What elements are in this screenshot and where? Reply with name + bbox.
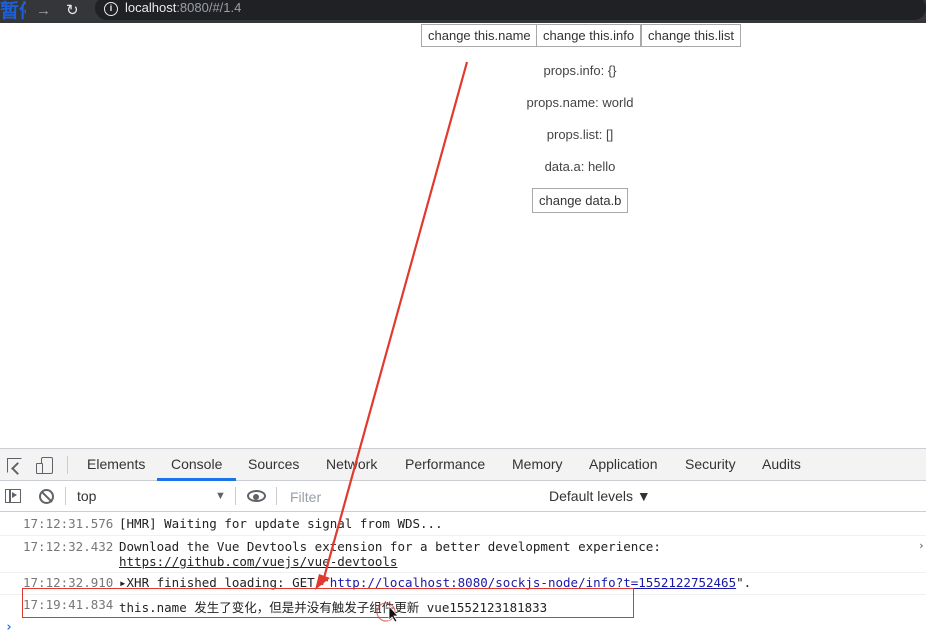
arrow-right-icon[interactable]: → [36,0,51,23]
tab-security[interactable]: Security [685,449,736,481]
log-timestamp: 17:12:32.432 [23,539,114,554]
paused-badge: 暂停 [0,0,26,22]
tab-console[interactable]: Console [171,449,222,481]
clear-console-icon[interactable] [39,489,54,504]
log-levels-dropdown[interactable]: Default levels ▼ [549,481,651,512]
log-timestamp: 17:12:31.576 [23,516,114,531]
console-prompt[interactable]: › [5,620,13,635]
live-expression-eye-icon[interactable] [247,490,266,502]
tab-network[interactable]: Network [326,449,377,481]
console-filter-input[interactable] [282,485,522,508]
change-info-button[interactable]: change this.info [536,24,642,47]
tab-audits[interactable]: Audits [762,449,801,481]
change-data-b-button[interactable]: change data.b [532,188,629,213]
data-a-text: data.a: hello [544,159,616,174]
log-divider [0,535,926,536]
props-name-text: props.name: world [526,95,634,110]
browser-toolbar: 暂停 → ↻ i localhost:8080/#/1.4 [0,0,926,23]
tab-memory[interactable]: Memory [512,449,563,481]
tab-divider [67,456,68,474]
devtools-tab-bar: Elements Console Sources Network Perform… [0,449,926,481]
toolbar-divider [276,487,277,505]
url-text[interactable]: localhost:8080/#/1.4 [125,0,241,16]
url-path: :8080/#/1.4 [176,0,242,15]
url-host: localhost [125,0,177,15]
change-list-button[interactable]: change this.list [641,24,741,47]
xhr-suffix: ". [736,575,752,590]
chevron-right-icon[interactable]: › [918,539,925,552]
toolbar-divider [235,487,236,505]
log-divider [0,572,926,573]
dropdown-arrow-icon[interactable]: ▼ [215,481,226,512]
console-output: 17:12:31.576 [HMR] Waiting for update si… [0,512,926,643]
props-info-text: props.info: {} [543,63,617,78]
log-message: [HMR] Waiting for update signal from WDS… [119,516,443,531]
tab-application[interactable]: Application [589,449,658,481]
toolbar-divider [65,487,66,505]
info-icon[interactable]: i [104,2,118,16]
console-toolbar: top ▼ Default levels ▼ [0,481,926,512]
tab-performance[interactable]: Performance [405,449,485,481]
context-selector[interactable]: top [77,481,96,512]
device-toolbar-icon[interactable] [36,457,53,474]
log-message: Download the Vue Devtools extension for … [119,539,661,554]
tab-sources[interactable]: Sources [248,449,299,481]
change-name-button[interactable]: change this.name [421,24,538,47]
tab-elements[interactable]: Elements [87,449,145,481]
props-list-text: props.list: [] [546,127,614,142]
highlight-box [22,588,634,618]
vue-devtools-link[interactable]: https://github.com/vuejs/vue-devtools [119,554,397,569]
reload-icon[interactable]: ↻ [66,0,79,23]
inspect-element-icon[interactable] [7,458,22,473]
console-sidebar-icon[interactable] [5,489,21,503]
